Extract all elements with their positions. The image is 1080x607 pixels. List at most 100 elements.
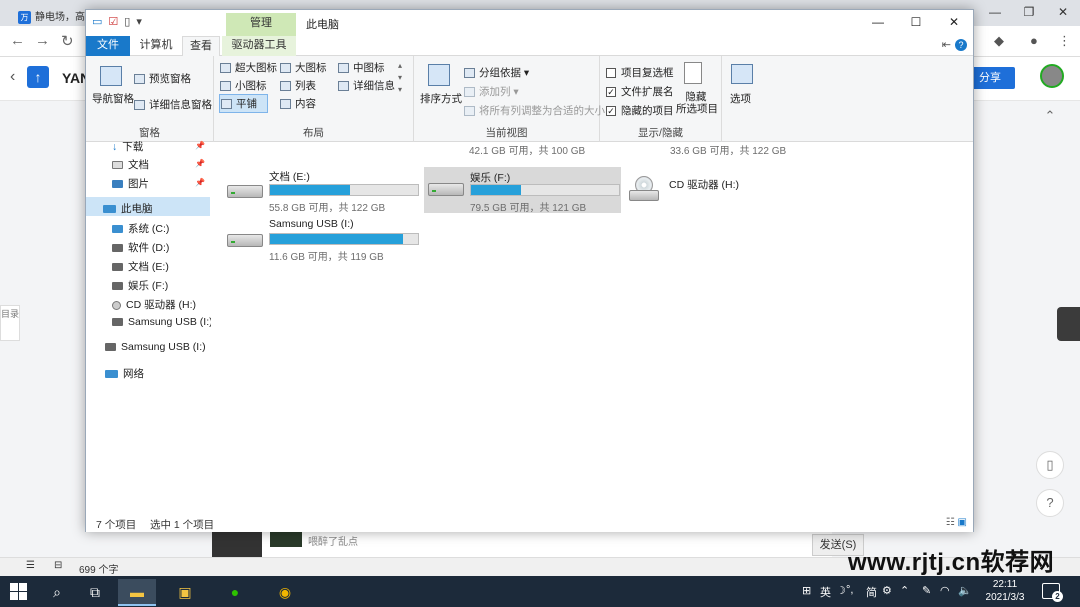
punctuation-icon[interactable]: °, — [846, 584, 853, 596]
layout-icon[interactable]: ⊟ — [54, 560, 62, 571]
nav-item-network[interactable]: 网络 — [105, 366, 144, 381]
pin-ribbon-icon[interactable]: ⇤ — [942, 39, 951, 51]
tab-file[interactable]: 文件 — [86, 36, 130, 56]
pin-icon[interactable]: 📌 — [195, 159, 205, 168]
group-by-button[interactable]: 分组依据 ▾ — [464, 65, 529, 80]
minimize-icon[interactable]: — — [978, 0, 1012, 24]
new-folder-icon[interactable]: ▯ — [124, 15, 130, 28]
nav-item-drive-d[interactable]: 软件 (D:) — [112, 240, 169, 255]
layout-medium-icons[interactable]: 中图标 — [338, 60, 385, 75]
layout-label: 中图标 — [353, 62, 385, 74]
nav-item-documents[interactable]: 文档 — [112, 157, 149, 172]
sort-by-button[interactable]: 排序方式 — [420, 91, 462, 106]
moon-icon[interactable]: ☽ — [836, 584, 846, 597]
browser-tab[interactable]: 万静电场，高 — [10, 3, 90, 26]
side-tool-icon[interactable] — [1057, 307, 1080, 341]
layout-content[interactable]: 内容 — [280, 96, 316, 111]
tab-view[interactable]: 查看 — [182, 36, 220, 56]
properties-icon[interactable]: ☑ — [108, 15, 118, 28]
nav-item-drive-i[interactable]: Samsung USB (I:) — [112, 316, 213, 328]
hidden-items-toggle[interactable]: ✓ 隐藏的项目 — [606, 103, 674, 118]
nav-item-drive-c[interactable]: 系统 (C:) — [112, 221, 169, 236]
drive-tile-i[interactable]: Samsung USB (I:) 11.6 GB 可用，共 119 GB — [227, 218, 427, 263]
nav-item-drive-h[interactable]: CD 驱动器 (H:) — [112, 297, 196, 312]
layout-list[interactable]: 列表 — [280, 78, 316, 93]
browser-tab-title: 静电场，高 — [35, 12, 85, 23]
site-back-icon[interactable]: ‹ — [10, 68, 15, 86]
toc-tab[interactable]: 目录 — [0, 305, 20, 341]
details-pane-button[interactable]: 详细信息窗格 — [134, 97, 212, 112]
nav-item-this-pc[interactable]: 此电脑 — [86, 197, 210, 216]
manage-context-tab[interactable]: 管理 — [226, 13, 296, 36]
drive-tile-e[interactable]: 文档 (E:) 55.8 GB 可用，共 122 GB — [227, 169, 427, 214]
search-icon[interactable]: ⌕ — [38, 579, 76, 606]
layout-tiles[interactable]: 平铺 — [219, 94, 268, 113]
python-app-icon[interactable]: ▣ — [166, 579, 204, 606]
ime-script[interactable]: 简 — [866, 584, 877, 600]
tray-overflow-icon[interactable]: ⌃ — [900, 584, 909, 597]
drive-tile-h[interactable]: CD 驱动器 (H:) — [629, 174, 829, 208]
add-columns-button[interactable]: 添加列 ▾ — [464, 84, 519, 99]
tab-drive-tools[interactable]: 驱动器工具 — [222, 36, 296, 56]
file-explorer-icon[interactable]: ▬ — [118, 579, 156, 606]
start-button[interactable] — [10, 583, 27, 600]
details-pane-icon — [134, 100, 145, 111]
wechat-icon[interactable]: ● — [216, 579, 254, 606]
profile-icon[interactable]: ● — [1030, 33, 1038, 48]
customize-qat-icon[interactable]: ▾ — [136, 15, 142, 28]
task-view-icon[interactable]: ⧉ — [76, 579, 114, 606]
extension-icon[interactable]: ◆ — [994, 33, 1004, 49]
size-columns-button[interactable]: 将所有列调整为合适的大小 — [464, 103, 605, 118]
volume-icon[interactable]: 🔈 — [958, 584, 972, 597]
help-icon[interactable]: ? — [1036, 489, 1064, 517]
notification-icon[interactable]: 2 — [1042, 583, 1063, 602]
maximize-button[interactable]: ☐ — [897, 10, 935, 34]
options-button[interactable]: 选项 — [730, 91, 751, 106]
mobile-icon[interactable]: ▯ — [1036, 451, 1064, 479]
close-icon[interactable]: ✕ — [1046, 0, 1080, 24]
hide-selected-button[interactable]: 隐藏 所选项目 — [676, 91, 718, 115]
help-icon[interactable]: ? — [955, 39, 967, 51]
layout-details[interactable]: 详细信息 — [338, 78, 395, 93]
tab-computer[interactable]: 计算机 — [134, 36, 178, 56]
reload-icon[interactable]: ↻ — [61, 32, 74, 50]
nav-item-pictures[interactable]: 图片 — [112, 176, 149, 191]
drive-info-partial: 42.1 GB 可用，共 100 GB — [469, 146, 586, 157]
pin-icon[interactable]: 📌 — [195, 178, 205, 187]
layout-small-icons[interactable]: 小图标 — [220, 78, 267, 93]
nav-item-drive-f[interactable]: 娱乐 (F:) — [112, 278, 168, 293]
nav-pane-button[interactable]: 导航窗格 — [92, 91, 134, 106]
pen-icon[interactable]: ✎ — [922, 584, 931, 597]
chrome-icon[interactable]: ◉ — [266, 579, 304, 606]
minimize-button[interactable]: — — [859, 10, 897, 34]
nav-item-drive-e[interactable]: 文档 (E:) — [112, 259, 169, 274]
nav-item-usb-root[interactable]: Samsung USB (I:) — [105, 341, 206, 353]
checkbox-label: 文件扩展名 — [621, 86, 674, 98]
tiles-view-icon[interactable]: ▣ — [958, 517, 967, 528]
restore-icon[interactable]: ❐ — [1012, 0, 1046, 24]
layout-extra-large-icons[interactable]: 超大图标 — [220, 60, 277, 75]
keyboard-icon[interactable]: ⊞ — [802, 584, 811, 597]
item-checkboxes-toggle[interactable]: 项目复选框 — [606, 65, 674, 80]
ime-mode[interactable]: 英 — [820, 584, 831, 600]
ribbon-group-show-hide: 项目复选框 ✓ 文件扩展名 ✓ 隐藏的项目 隐藏 所选项目 显示/隐藏 — [600, 56, 722, 142]
menu-icon[interactable]: ⋮ — [1058, 33, 1071, 49]
doc-icon[interactable]: ☰ — [26, 560, 35, 571]
file-extensions-toggle[interactable]: ✓ 文件扩展名 — [606, 84, 674, 99]
clock[interactable]: 22:11 2021/3/3 — [975, 578, 1035, 604]
details-view-icon[interactable]: ☷ — [946, 517, 955, 528]
forward-icon[interactable]: → — [35, 32, 50, 49]
layout-large-icons[interactable]: 大图标 — [280, 60, 327, 75]
drive-tile-f[interactable]: 娱乐 (F:) 79.5 GB 可用，共 121 GB — [424, 167, 621, 214]
nav-item-downloads[interactable]: ↓ 下载 — [112, 139, 143, 154]
ribbon-tabs: 文件 计算机 查看 驱动器工具 ⇤? — [86, 36, 973, 56]
wifi-icon[interactable]: ◠ — [940, 584, 950, 597]
collapse-icon[interactable]: ⌃ — [1036, 103, 1064, 131]
ime-settings-icon[interactable]: ⚙ — [882, 584, 892, 597]
preview-pane-button[interactable]: 预览窗格 — [134, 71, 191, 86]
back-icon[interactable]: ← — [10, 32, 25, 49]
close-button[interactable]: ✕ — [935, 10, 973, 34]
pin-icon[interactable]: 📌 — [195, 141, 205, 150]
avatar[interactable] — [1040, 64, 1064, 88]
layout-scroll-icon[interactable]: ▴ ▾ ▾ — [398, 60, 402, 96]
